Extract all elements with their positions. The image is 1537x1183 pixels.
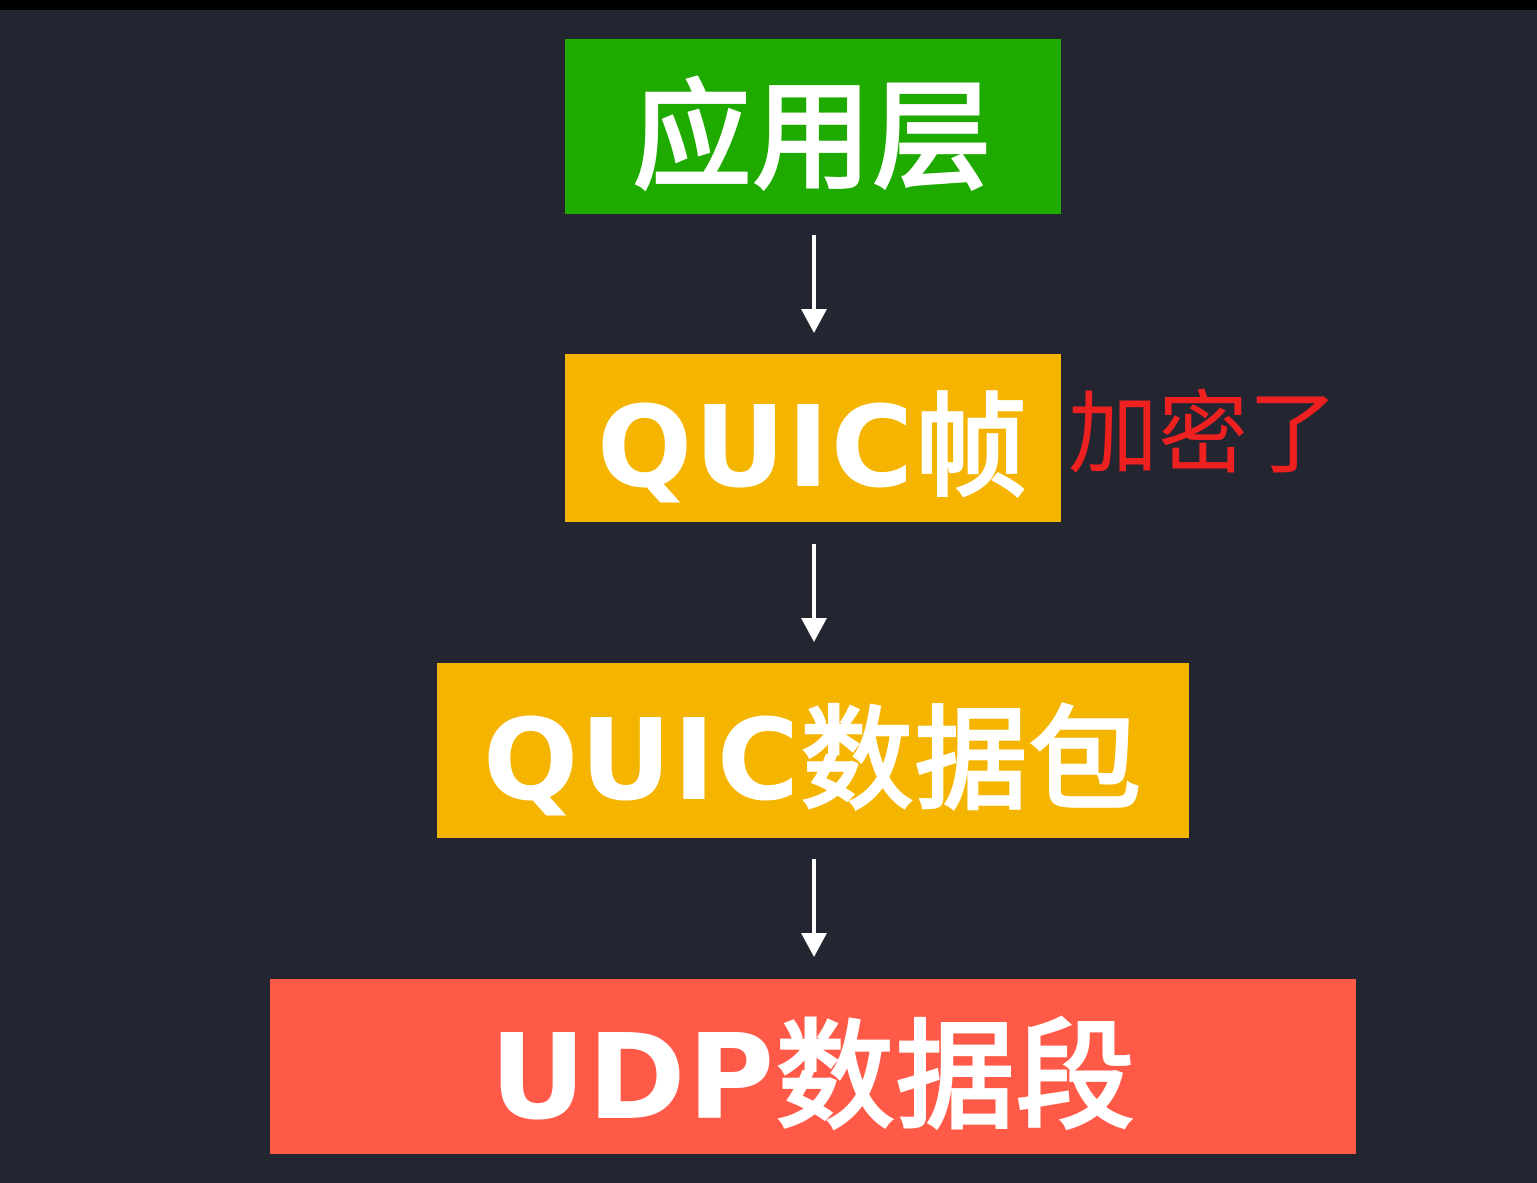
down-arrow-icon: [801, 235, 827, 333]
application-layer-box: 应用层: [565, 39, 1061, 214]
udp-segment-box: UDP数据段: [270, 979, 1356, 1154]
down-arrow-icon: [801, 544, 827, 642]
diagram-canvas: 应用层 QUIC帧 加密了 QUIC数据包 UDP数据段: [0, 10, 1537, 1183]
quic-packet-box: QUIC数据包: [437, 663, 1189, 838]
down-arrow-icon: [801, 859, 827, 957]
quic-frame-box: QUIC帧: [565, 354, 1061, 522]
encrypted-annotation: 加密了: [1068, 382, 1338, 487]
